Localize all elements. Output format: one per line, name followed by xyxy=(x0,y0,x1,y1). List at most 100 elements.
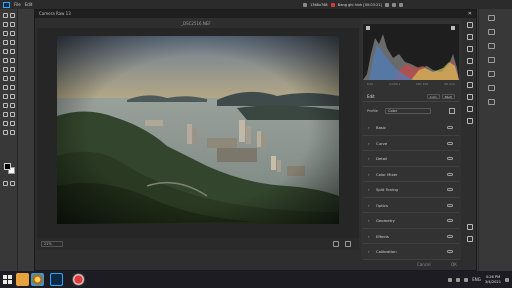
snapshots-icon[interactable] xyxy=(467,106,473,112)
type-tool-icon[interactable] xyxy=(10,85,15,90)
eye-icon[interactable] xyxy=(447,234,453,238)
eye-icon[interactable] xyxy=(447,219,453,222)
section-geometry[interactable]: › Geometry xyxy=(363,213,459,229)
move-tool-icon[interactable] xyxy=(3,13,8,18)
zoom-icon[interactable] xyxy=(467,236,473,242)
shape-tool-icon[interactable] xyxy=(10,94,15,99)
pen-tool-icon[interactable] xyxy=(3,85,8,90)
path-select-tool-icon[interactable] xyxy=(3,94,8,99)
history-brush-tool-icon[interactable] xyxy=(10,58,15,63)
profile-select[interactable]: Color xyxy=(385,108,431,114)
sponge-tool-icon[interactable] xyxy=(3,121,8,126)
stop-icon[interactable] xyxy=(391,2,396,7)
section-color-mixer[interactable]: › Color Mixer xyxy=(363,167,459,182)
section-detail[interactable]: › Detail xyxy=(363,151,459,167)
notification-icon[interactable] xyxy=(505,277,509,282)
close-icon[interactable]: ✕ xyxy=(468,10,472,18)
eye-icon[interactable] xyxy=(447,172,453,176)
menu-file[interactable]: File xyxy=(12,2,23,7)
image-canvas[interactable] xyxy=(37,28,359,238)
zoom-tool-icon[interactable] xyxy=(10,103,15,108)
patch-tool-icon[interactable] xyxy=(10,121,15,126)
eraser-tool-icon[interactable] xyxy=(3,67,8,72)
stamp-tool-icon[interactable] xyxy=(3,58,8,63)
edit-sliders-icon[interactable] xyxy=(467,22,473,28)
section-curve[interactable]: › Curve xyxy=(363,136,459,151)
quick-select-tool-icon[interactable] xyxy=(3,31,8,36)
record-icon[interactable] xyxy=(330,2,335,7)
radial-filter-icon[interactable] xyxy=(467,82,473,88)
clock[interactable]: 4:26 PM 3/4/2021 xyxy=(485,275,501,285)
chrome-icon[interactable] xyxy=(31,273,44,286)
network-icon[interactable] xyxy=(456,277,461,282)
spot-removal-icon[interactable] xyxy=(467,46,473,52)
profile-browser-icon[interactable] xyxy=(449,108,455,114)
eye-icon[interactable] xyxy=(447,126,453,129)
panel-icon[interactable] xyxy=(488,85,495,91)
screen-mode-icon[interactable] xyxy=(10,181,15,186)
gradient-tool-icon[interactable] xyxy=(10,67,15,72)
eye-icon[interactable] xyxy=(447,157,453,160)
ok-button[interactable]: OK xyxy=(451,262,457,267)
rotate-view-icon[interactable] xyxy=(10,112,15,117)
eyedropper-tool-icon[interactable] xyxy=(10,40,15,45)
panel-icon[interactable] xyxy=(488,43,495,49)
edit-toolbar-icon[interactable] xyxy=(3,112,8,117)
dodge-tool-icon[interactable] xyxy=(10,76,15,81)
cancel-button[interactable]: Cancel xyxy=(417,262,431,267)
canvas-footer: 21% xyxy=(37,238,359,250)
count-tool-icon[interactable] xyxy=(10,130,15,135)
frame-tool-icon[interactable] xyxy=(3,40,8,45)
search-icon[interactable] xyxy=(488,15,495,21)
artboard-tool-icon[interactable] xyxy=(10,13,15,18)
panel-icon[interactable] xyxy=(488,99,495,105)
section-basic[interactable]: › Basic xyxy=(363,120,459,136)
healing-tool-icon[interactable] xyxy=(3,49,8,54)
quick-mask-icon[interactable] xyxy=(3,181,8,186)
note-tool-icon[interactable] xyxy=(3,130,8,135)
foreground-color-swatch[interactable] xyxy=(4,163,11,170)
crop-tool-icon[interactable] xyxy=(10,31,15,36)
adjustment-brush-icon[interactable] xyxy=(467,58,473,64)
presets-icon[interactable] xyxy=(467,118,473,124)
red-eye-icon[interactable] xyxy=(467,94,473,100)
marquee-tool-icon[interactable] xyxy=(3,22,8,27)
tray-arrow-icon[interactable] xyxy=(448,277,453,282)
eye-icon[interactable] xyxy=(447,188,453,191)
section-effects[interactable]: › Effects xyxy=(363,229,459,244)
zoom-level-select[interactable]: 21% xyxy=(41,241,63,247)
windows-start-icon[interactable] xyxy=(3,275,12,284)
hand-icon[interactable] xyxy=(467,224,473,230)
graduated-filter-icon[interactable] xyxy=(467,70,473,76)
photoshop-taskbar-icon[interactable] xyxy=(50,273,63,286)
hand-tool-icon[interactable] xyxy=(3,103,8,108)
pause-icon[interactable] xyxy=(384,2,389,7)
auto-button[interactable]: Auto xyxy=(426,94,440,99)
panel-icon[interactable] xyxy=(488,57,495,63)
section-label: Detail xyxy=(376,156,388,161)
eye-icon[interactable] xyxy=(447,141,453,145)
screen-recorder-bar: 1366x768 Đang ghi hình [00:03:21] xyxy=(303,1,408,8)
camera-icon[interactable] xyxy=(398,2,403,7)
eye-icon[interactable] xyxy=(447,203,453,207)
volume-icon[interactable] xyxy=(464,277,469,282)
panel-icon[interactable] xyxy=(488,29,495,35)
section-calibration[interactable]: › Calibration xyxy=(363,244,459,260)
section-optics[interactable]: › Optics xyxy=(363,198,459,213)
file-explorer-icon[interactable] xyxy=(16,273,29,286)
section-split-toning[interactable]: › Split Toning xyxy=(363,182,459,198)
profile-label: Profile xyxy=(367,109,378,113)
screen: File Edit 1366x768 Đang ghi hình [00:03:… xyxy=(0,0,512,288)
brush-tool-icon[interactable] xyxy=(10,49,15,54)
bw-button[interactable]: B&W xyxy=(441,94,455,99)
eye-icon[interactable] xyxy=(447,250,453,253)
language-indicator[interactable]: ENG xyxy=(472,277,481,282)
blur-tool-icon[interactable] xyxy=(3,76,8,81)
lasso-tool-icon[interactable] xyxy=(10,22,15,27)
crop-rotate-icon[interactable] xyxy=(467,34,473,40)
recorder-taskbar-icon[interactable] xyxy=(72,273,85,286)
menu-edit[interactable]: Edit xyxy=(23,2,35,7)
toggle-settings-icon[interactable] xyxy=(345,241,351,247)
panel-icon[interactable] xyxy=(488,71,495,77)
compare-view-icon[interactable] xyxy=(333,241,339,247)
